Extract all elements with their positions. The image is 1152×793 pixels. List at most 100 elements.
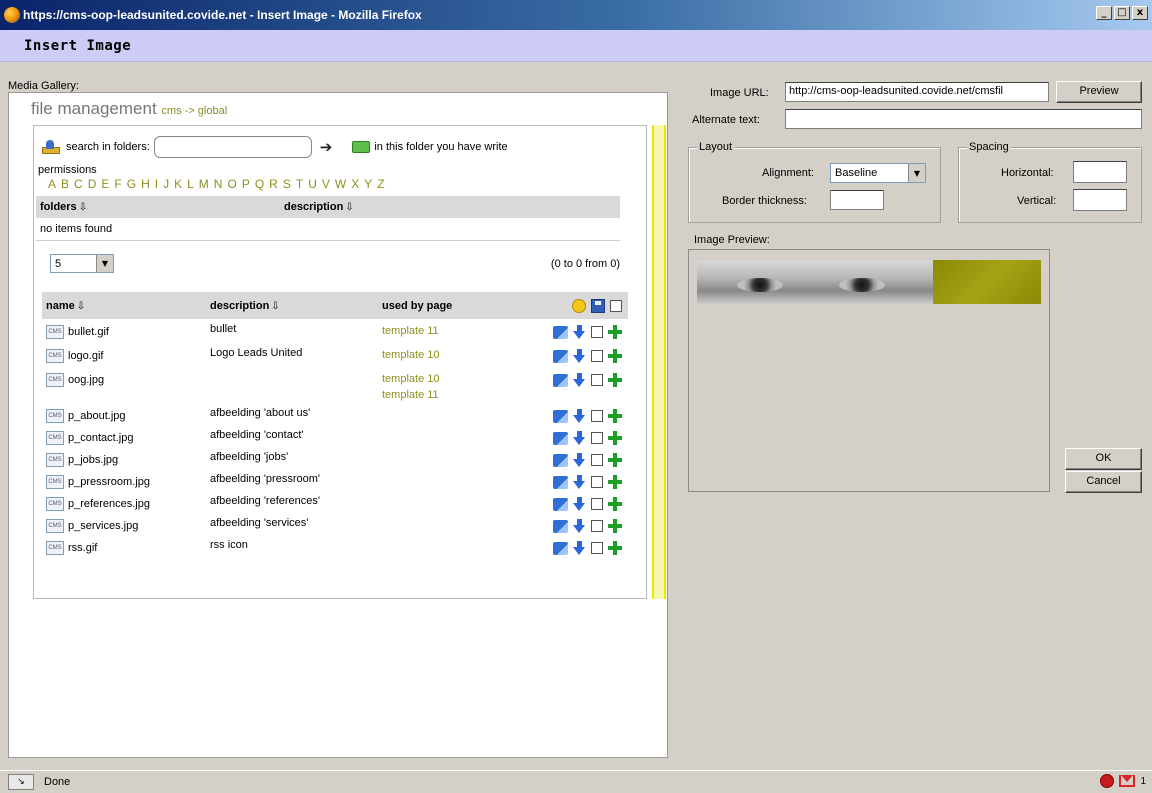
search-go-arrow-icon[interactable]: ➔ [320, 138, 333, 156]
edit-icon[interactable] [553, 497, 568, 511]
insert-plus-icon[interactable] [608, 373, 622, 387]
sort-icon[interactable]: ⇩ [79, 202, 87, 213]
edit-icon[interactable] [553, 475, 568, 489]
image-url-input[interactable]: http://cms-oop-leadsunited.covide.net/cm… [785, 82, 1049, 102]
chevron-down-icon[interactable]: ▼ [96, 255, 113, 272]
letter-y[interactable]: Y [364, 177, 372, 191]
letter-e[interactable]: E [101, 177, 109, 191]
row-checkbox[interactable] [591, 454, 603, 466]
letter-m[interactable]: M [199, 177, 209, 191]
row-checkbox[interactable] [591, 374, 603, 386]
edit-icon[interactable] [553, 431, 568, 445]
insert-plus-icon[interactable] [608, 475, 622, 489]
edit-icon[interactable] [553, 453, 568, 467]
edit-icon[interactable] [553, 373, 568, 387]
row-checkbox[interactable] [591, 326, 603, 338]
edit-icon[interactable] [553, 409, 568, 423]
used-by-link[interactable]: template 10 [382, 371, 502, 387]
insert-plus-icon[interactable] [608, 541, 622, 555]
letter-p[interactable]: P [242, 177, 250, 191]
letter-a[interactable]: A [48, 177, 56, 191]
row-checkbox[interactable] [591, 350, 603, 362]
download-icon[interactable] [573, 497, 586, 511]
download-icon[interactable] [573, 475, 586, 489]
close-button[interactable]: x [1132, 6, 1148, 20]
save-disk-icon[interactable] [591, 298, 605, 313]
insert-plus-icon[interactable] [608, 409, 622, 423]
download-icon[interactable] [573, 431, 586, 445]
preview-button[interactable]: Preview [1056, 81, 1142, 103]
file-name[interactable]: rss.gif [68, 542, 97, 554]
letter-x[interactable]: X [351, 177, 359, 191]
row-checkbox[interactable] [591, 520, 603, 532]
file-name[interactable]: p_contact.jpg [68, 432, 133, 444]
letter-l[interactable]: L [187, 177, 194, 191]
row-checkbox[interactable] [591, 542, 603, 554]
page-size-select[interactable]: 5 ▼ [50, 254, 114, 273]
alternate-text-input[interactable] [785, 109, 1142, 129]
maximize-button[interactable]: □ [1114, 6, 1130, 20]
file-name[interactable]: p_about.jpg [68, 410, 126, 422]
folders-column-header[interactable]: folders ⇩ [36, 201, 280, 213]
letter-g[interactable]: G [127, 177, 136, 191]
insert-plus-icon[interactable] [608, 453, 622, 467]
edit-icon[interactable] [553, 541, 568, 555]
upload-icon[interactable] [42, 140, 60, 154]
row-checkbox[interactable] [591, 410, 603, 422]
border-thickness-input[interactable] [830, 190, 884, 210]
insert-plus-icon[interactable] [608, 325, 622, 339]
letter-h[interactable]: H [141, 177, 150, 191]
file-name[interactable]: p_services.jpg [68, 520, 138, 532]
select-all-checkbox[interactable] [610, 299, 622, 312]
gmail-icon[interactable] [1119, 775, 1136, 787]
noscript-icon[interactable] [1100, 774, 1115, 788]
scrollbar[interactable] [652, 125, 666, 599]
download-icon[interactable] [573, 453, 586, 467]
download-icon[interactable] [573, 349, 586, 363]
letter-n[interactable]: N [214, 177, 223, 191]
cancel-button[interactable]: Cancel [1065, 471, 1142, 493]
sort-icon[interactable]: ⇩ [271, 301, 279, 312]
download-icon[interactable] [573, 373, 586, 387]
download-icon[interactable] [573, 409, 586, 423]
letter-r[interactable]: R [269, 177, 278, 191]
sort-icon[interactable]: ⇩ [77, 301, 85, 312]
file-name[interactable]: oog.jpg [68, 374, 104, 386]
name-column-header[interactable]: name ⇩ [42, 300, 206, 312]
used-by-link[interactable]: template 11 [382, 323, 502, 339]
letter-u[interactable]: U [308, 177, 317, 191]
minimize-button[interactable]: _ [1096, 6, 1112, 20]
download-icon[interactable] [573, 541, 586, 555]
breadcrumb[interactable]: cms -> global [161, 105, 227, 117]
file-name[interactable]: bullet.gif [68, 326, 109, 338]
letter-f[interactable]: F [114, 177, 121, 191]
description-column-header[interactable]: description ⇩ [206, 300, 378, 312]
alignment-select[interactable]: Baseline ▼ [830, 163, 926, 183]
letter-q[interactable]: Q [255, 177, 264, 191]
insert-plus-icon[interactable] [608, 497, 622, 511]
letter-b[interactable]: B [61, 177, 69, 191]
file-name[interactable]: p_references.jpg [68, 498, 150, 510]
letter-j[interactable]: J [163, 177, 169, 191]
insert-plus-icon[interactable] [608, 519, 622, 533]
letter-i[interactable]: I [155, 177, 158, 191]
edit-icon[interactable] [553, 519, 568, 533]
smiley-icon[interactable] [572, 298, 586, 313]
letter-d[interactable]: D [88, 177, 97, 191]
horizontal-input[interactable] [1073, 161, 1127, 183]
folder-description-column-header[interactable]: description ⇩ [280, 201, 606, 213]
row-checkbox[interactable] [591, 476, 603, 488]
file-name[interactable]: p_pressroom.jpg [68, 476, 150, 488]
insert-plus-icon[interactable] [608, 431, 622, 445]
vertical-input[interactable] [1073, 189, 1127, 211]
letter-o[interactable]: O [227, 177, 236, 191]
edit-icon[interactable] [553, 325, 568, 339]
ok-button[interactable]: OK [1065, 448, 1142, 470]
file-name[interactable]: p_jobs.jpg [68, 454, 118, 466]
download-icon[interactable] [573, 519, 586, 533]
download-icon[interactable] [573, 325, 586, 339]
letter-k[interactable]: K [174, 177, 182, 191]
sort-icon[interactable]: ⇩ [345, 202, 353, 213]
insert-plus-icon[interactable] [608, 349, 622, 363]
row-checkbox[interactable] [591, 432, 603, 444]
